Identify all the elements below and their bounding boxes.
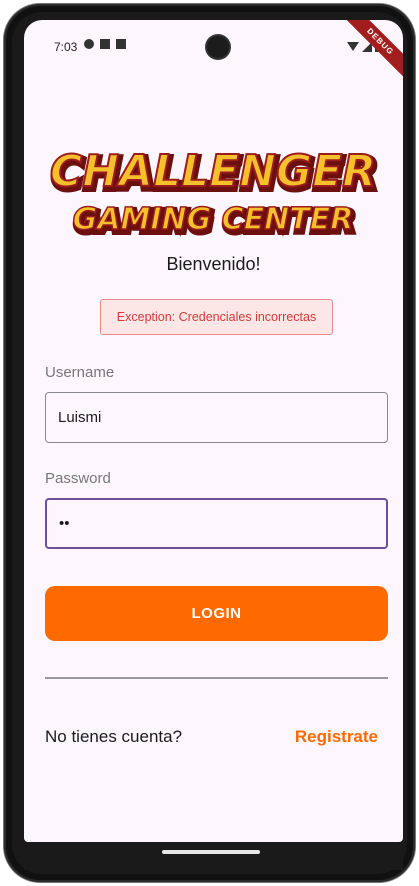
password-label: Password: [45, 470, 111, 487]
divider: [45, 677, 388, 679]
sd-card-icon: [100, 39, 110, 49]
welcome-text: Bienvenido!: [166, 254, 261, 274]
shield-icon: [84, 39, 94, 49]
error-message-text: Exception: Credenciales incorrectas: [116, 310, 317, 324]
home-indicator[interactable]: [162, 850, 260, 854]
error-message: Exception: Credenciales incorrectas: [100, 299, 333, 335]
username-label: Username: [45, 364, 115, 381]
app-screen: 7:03 DEBUG CHALLENGER CHALLENGER GAMING …: [24, 20, 403, 842]
front-camera: [207, 36, 229, 58]
username-value: Luismi: [58, 409, 102, 426]
no-account-text: No tienes cuenta?: [45, 727, 183, 746]
login-button[interactable]: LOGIN: [45, 586, 388, 641]
logo-line2: GAMING CENTER: [73, 202, 354, 237]
register-link[interactable]: Registrate: [295, 727, 378, 747]
password-value: ••: [59, 515, 70, 532]
status-bar: 7:03 DEBUG: [24, 20, 403, 80]
username-field[interactable]: Luismi: [45, 392, 388, 443]
challenger-logo: CHALLENGER CHALLENGER GAMING CENTER GAMI…: [49, 145, 378, 240]
android-icon: [116, 39, 126, 49]
navigation-bar: [24, 842, 403, 870]
logo-line1: CHALLENGER: [50, 146, 376, 197]
status-icons-left: [84, 39, 126, 49]
password-field[interactable]: ••: [45, 498, 388, 549]
status-time: 7:03: [54, 40, 78, 54]
wifi-icon: [347, 42, 359, 51]
